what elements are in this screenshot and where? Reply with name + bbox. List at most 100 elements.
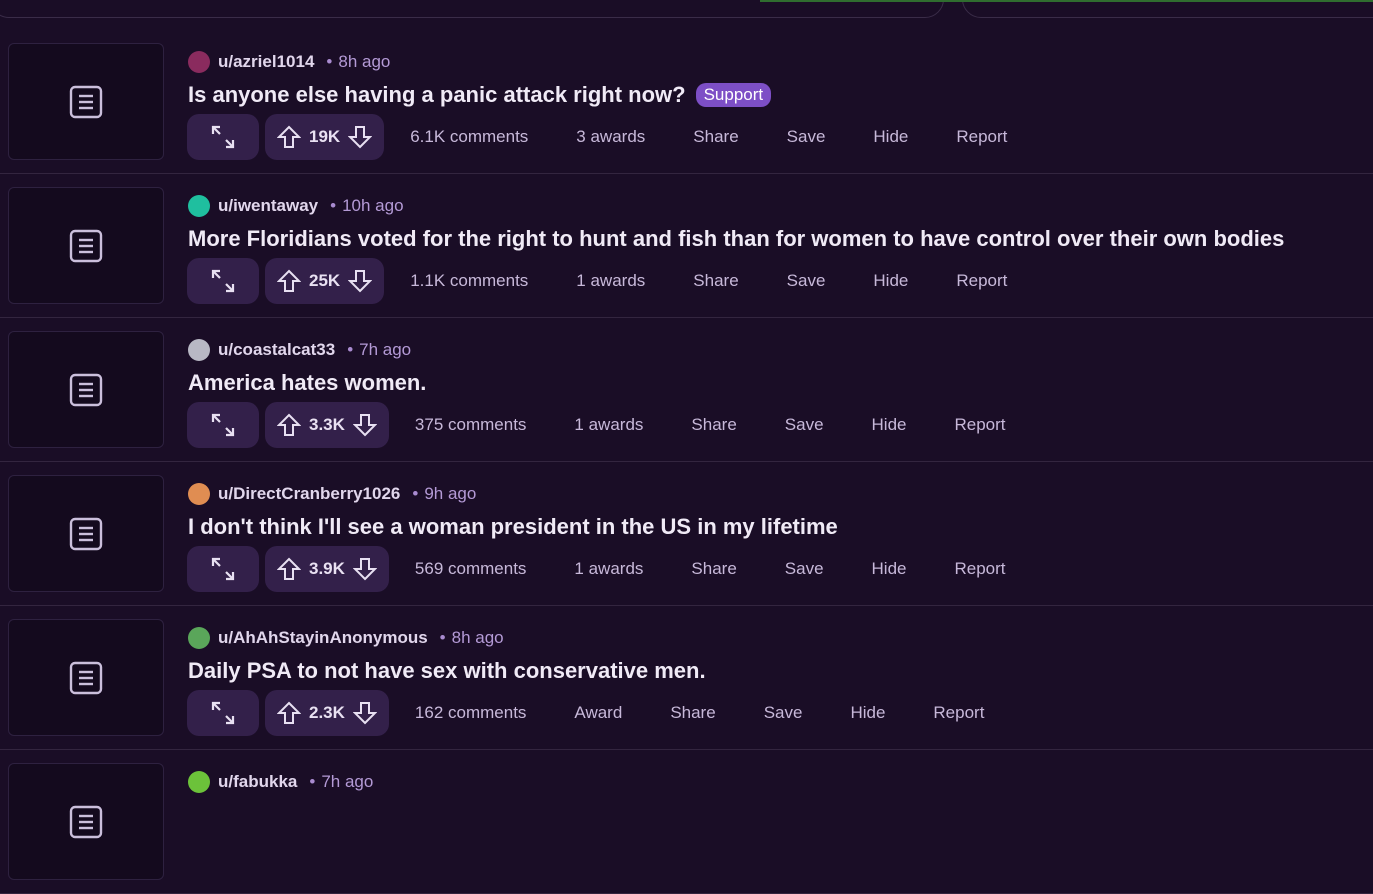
text-post-icon [69, 229, 103, 262]
post-actions: 25K 1.1K comments 1 awards Share Save Hi… [187, 258, 1031, 304]
hide-button[interactable]: Hide [848, 559, 931, 579]
upvote-arrow-icon[interactable] [277, 557, 301, 581]
hide-button[interactable]: Hide [849, 127, 932, 147]
awards-link[interactable]: Award [550, 703, 646, 723]
post-thumbnail[interactable] [8, 331, 164, 448]
accent-line [760, 0, 1373, 2]
post-thumbnail[interactable] [8, 619, 164, 736]
comments-link[interactable]: 375 comments [405, 415, 551, 435]
downvote-arrow-icon[interactable] [352, 557, 377, 581]
report-button[interactable]: Report [931, 415, 1030, 435]
upvote-arrow-icon[interactable] [277, 413, 301, 437]
upvote-arrow-icon[interactable] [277, 125, 301, 149]
post-thumbnail[interactable] [8, 475, 164, 592]
user-avatar[interactable] [188, 339, 210, 361]
post-card[interactable]: u/DirectCranberry1026 • 9h ago I don't t… [0, 462, 1373, 606]
save-button[interactable]: Save [763, 127, 850, 147]
post-title-text[interactable]: Daily PSA to not have sex with conservat… [188, 658, 706, 684]
post-actions: 19K 6.1K comments 3 awards Share Save Hi… [187, 114, 1031, 160]
share-button[interactable]: Share [669, 127, 762, 147]
upvote-arrow-icon[interactable] [277, 269, 301, 293]
post-title[interactable]: More Floridians voted for the right to h… [188, 226, 1284, 252]
post-flair[interactable]: Support [695, 83, 772, 107]
comments-link[interactable]: 162 comments [405, 703, 551, 723]
downvote-arrow-icon[interactable] [352, 701, 377, 725]
post-title-text[interactable]: I don't think I'll see a woman president… [188, 514, 838, 540]
user-avatar[interactable] [188, 627, 210, 649]
user-avatar[interactable] [188, 51, 210, 73]
vote-control: 2.3K [265, 690, 389, 736]
save-button[interactable]: Save [740, 703, 827, 723]
share-button[interactable]: Share [667, 415, 760, 435]
awards-link[interactable]: 1 awards [550, 559, 667, 579]
expand-button[interactable] [187, 690, 259, 736]
save-button[interactable]: Save [761, 559, 848, 579]
post-title[interactable]: Daily PSA to not have sex with conservat… [188, 658, 706, 684]
username[interactable]: u/AhAhStayinAnonymous [218, 628, 428, 648]
expand-button[interactable] [187, 114, 259, 160]
post-feed: u/azriel1014 • 8h ago Is anyone else hav… [0, 30, 1373, 894]
post-card[interactable]: u/AhAhStayinAnonymous • 8h ago Daily PSA… [0, 606, 1373, 750]
username[interactable]: u/fabukka [218, 772, 297, 792]
post-title[interactable]: I don't think I'll see a woman president… [188, 514, 838, 540]
save-button[interactable]: Save [763, 271, 850, 291]
hide-button[interactable]: Hide [849, 271, 932, 291]
hide-button[interactable]: Hide [848, 415, 931, 435]
hide-button[interactable]: Hide [826, 703, 909, 723]
report-button[interactable]: Report [932, 127, 1031, 147]
expand-arrows-icon [211, 701, 235, 725]
username[interactable]: u/coastalcat33 [218, 340, 335, 360]
post-title[interactable]: Is anyone else having a panic attack rig… [188, 82, 772, 108]
post-actions: 3.9K 569 comments 1 awards Share Save Hi… [187, 546, 1030, 592]
post-title-text[interactable]: America hates women. [188, 370, 426, 396]
username[interactable]: u/DirectCranberry1026 [218, 484, 400, 504]
downvote-arrow-icon[interactable] [348, 269, 373, 293]
comments-link[interactable]: 569 comments [405, 559, 551, 579]
awards-link[interactable]: 1 awards [550, 415, 667, 435]
awards-link[interactable]: 3 awards [552, 127, 669, 147]
upvote-arrow-icon[interactable] [277, 701, 301, 725]
downvote-arrow-icon[interactable] [348, 125, 373, 149]
post-meta: u/iwentaway • 10h ago [188, 195, 404, 217]
post-title[interactable]: America hates women. [188, 370, 426, 396]
vote-control: 3.9K [265, 546, 389, 592]
expand-button[interactable] [187, 402, 259, 448]
comments-link[interactable]: 6.1K comments [400, 127, 552, 147]
report-button[interactable]: Report [932, 271, 1031, 291]
user-avatar[interactable] [188, 483, 210, 505]
post-card[interactable]: u/azriel1014 • 8h ago Is anyone else hav… [0, 30, 1373, 174]
username[interactable]: u/iwentaway [218, 196, 318, 216]
search-bar[interactable] [0, 0, 944, 18]
post-thumbnail[interactable] [8, 43, 164, 160]
share-button[interactable]: Share [669, 271, 762, 291]
share-button[interactable]: Share [667, 559, 760, 579]
post-card[interactable]: u/coastalcat33 • 7h ago America hates wo… [0, 318, 1373, 462]
report-button[interactable]: Report [909, 703, 1008, 723]
comments-link[interactable]: 1.1K comments [400, 271, 552, 291]
post-title-text[interactable]: Is anyone else having a panic attack rig… [188, 82, 686, 108]
post-meta: u/DirectCranberry1026 • 9h ago [188, 483, 476, 505]
separator-dot: • [347, 340, 354, 359]
expand-arrows-icon [211, 557, 235, 581]
post-thumbnail[interactable] [8, 187, 164, 304]
post-card[interactable]: u/fabukka • 7h ago [0, 750, 1373, 894]
expand-button[interactable] [187, 258, 259, 304]
text-post-icon [69, 805, 103, 838]
awards-link[interactable]: 1 awards [552, 271, 669, 291]
post-meta: u/AhAhStayinAnonymous • 8h ago [188, 627, 504, 649]
share-button[interactable]: Share [646, 703, 739, 723]
report-button[interactable]: Report [931, 559, 1030, 579]
vote-count: 2.3K [309, 703, 345, 722]
post-thumbnail[interactable] [8, 763, 164, 880]
post-title-text[interactable]: More Floridians voted for the right to h… [188, 226, 1284, 252]
separator-dot: • [412, 484, 419, 503]
expand-button[interactable] [187, 546, 259, 592]
user-avatar[interactable] [188, 195, 210, 217]
username[interactable]: u/azriel1014 [218, 52, 314, 72]
post-card[interactable]: u/iwentaway • 10h ago More Floridians vo… [0, 174, 1373, 318]
vote-count: 25K [309, 271, 341, 290]
user-avatar[interactable] [188, 771, 210, 793]
downvote-arrow-icon[interactable] [352, 413, 377, 437]
save-button[interactable]: Save [761, 415, 848, 435]
secondary-input[interactable] [962, 0, 1373, 18]
